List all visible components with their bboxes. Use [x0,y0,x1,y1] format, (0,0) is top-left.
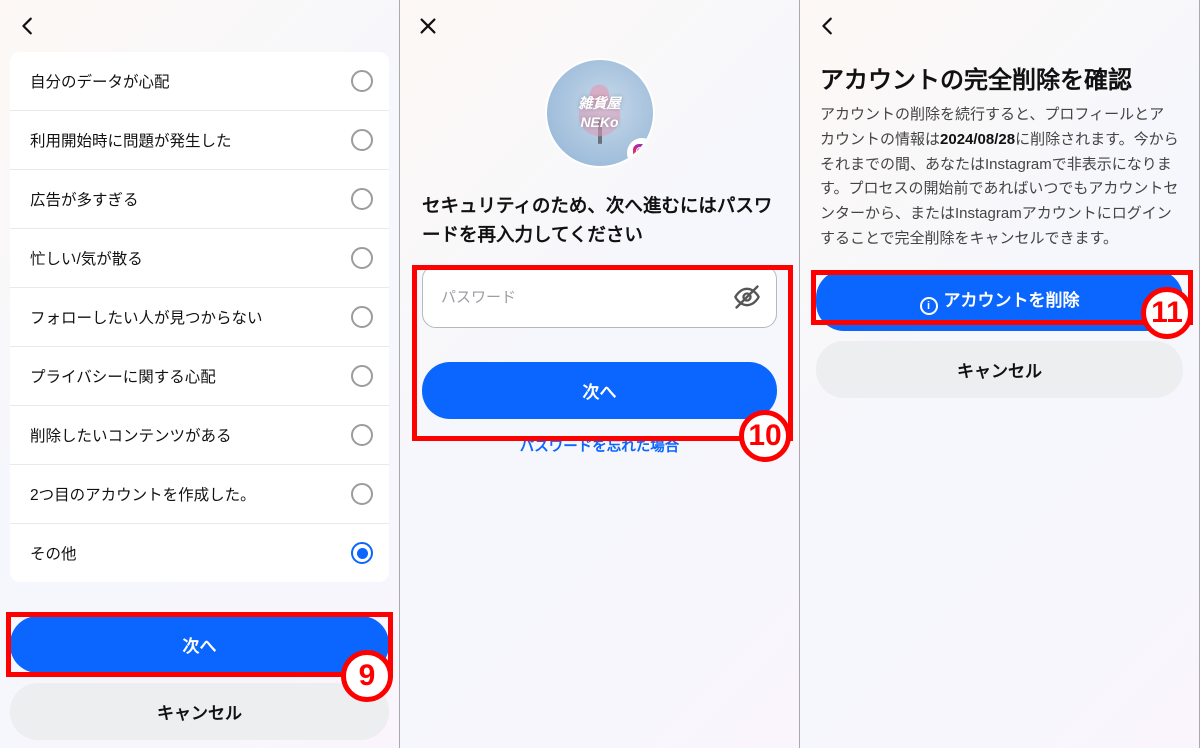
reason-row[interactable]: 広告が多すぎる [10,170,389,229]
radio-icon[interactable] [351,129,373,151]
radio-icon[interactable] [351,70,373,92]
delete-account-button[interactable]: i アカウントを削除 [816,270,1183,331]
avatar-wrap: 雑貨屋 NEKo [400,58,799,168]
radio-icon[interactable] [351,365,373,387]
cancel-button[interactable]: キャンセル [10,683,389,740]
annotation-badge-10: 10 [739,410,791,462]
reason-row[interactable]: フォローしたい人が見つからない [10,288,389,347]
confirm-title: アカウントの完全削除を確認 [800,52,1199,103]
radio-icon[interactable] [351,542,373,564]
info-icon: i [920,297,938,315]
instagram-icon [633,144,651,162]
reason-label: 利用開始時に問題が発生した [30,129,232,151]
panel-confirm-delete: アカウントの完全削除を確認 アカウントの削除を続行すると、プロフィールとアカウン… [800,0,1200,748]
reason-label: プライバシーに関する心配 [30,365,216,387]
panel-confirm-password: 雑貨屋 NEKo セキュリティのため、次へ進むにはパスワードを再入力してください… [400,0,800,748]
delete-date: 2024/08/28 [940,131,1015,148]
reason-row[interactable]: 自分のデータが心配 [10,52,389,111]
avatar-text-line2: NEKo [580,114,618,130]
reason-row[interactable]: 忙しい/気が散る [10,229,389,288]
next-button[interactable]: 次へ [10,616,389,673]
avatar-text-line1: 雑貨屋 [579,95,621,111]
password-heading: セキュリティのため、次へ進むにはパスワードを再入力してください [400,192,799,249]
topbar [0,0,399,52]
reason-label: 自分のデータが心配 [30,70,170,92]
reason-label: 忙しい/気が散る [30,247,143,269]
reason-row[interactable]: 2つ目のアカウントを作成した。 [10,465,389,524]
instagram-badge [627,138,655,168]
topbar [800,0,1199,52]
radio-icon[interactable] [351,306,373,328]
cancel-button[interactable]: キャンセル [816,341,1183,398]
back-icon[interactable] [14,12,42,40]
reason-label: フォローしたい人が見つからない [30,306,263,328]
reason-label: その他 [30,542,77,564]
avatar: 雑貨屋 NEKo [545,58,655,168]
topbar [400,0,799,52]
annotation-badge-11: 11 [1141,287,1193,339]
radio-icon[interactable] [351,483,373,505]
reasons-card: 自分のデータが心配利用開始時に問題が発生した広告が多すぎる忙しい/気が散るフォロ… [10,52,389,582]
next-button[interactable]: 次へ [422,362,777,419]
reason-row[interactable]: 利用開始時に問題が発生した [10,111,389,170]
password-input[interactable]: パスワード [422,265,777,328]
confirm-actions: i アカウントを削除 キャンセル [800,264,1199,404]
back-icon[interactable] [814,12,842,40]
confirm-body: アカウントの削除を続行すると、プロフィールとアカウントの情報は2024/08/2… [800,103,1199,264]
password-placeholder: パスワード [441,289,516,306]
reason-row[interactable]: プライバシーに関する心配 [10,347,389,406]
annotation-badge-9: 9 [341,650,393,702]
panel-delete-reasons: 自分のデータが心配利用開始時に問題が発生した広告が多すぎる忙しい/気が散るフォロ… [0,0,400,748]
reason-label: 2つ目のアカウントを作成した。 [30,483,256,505]
radio-icon[interactable] [351,188,373,210]
reason-row[interactable]: その他 [10,524,389,582]
reason-label: 削除したいコンテンツがある [30,424,232,446]
delete-account-label: アカウントを削除 [944,291,1080,310]
bottom-actions: 次へ キャンセル [10,616,389,740]
radio-icon[interactable] [351,247,373,269]
reason-label: 広告が多すぎる [30,188,139,210]
radio-icon[interactable] [351,424,373,446]
confirm-body-suffix: に削除されます。今からそれまでの間、あなたはInstagramで非表示になります… [820,131,1179,247]
toggle-visibility-icon[interactable] [732,282,762,312]
close-icon[interactable] [414,12,442,40]
reason-row[interactable]: 削除したいコンテンツがある [10,406,389,465]
